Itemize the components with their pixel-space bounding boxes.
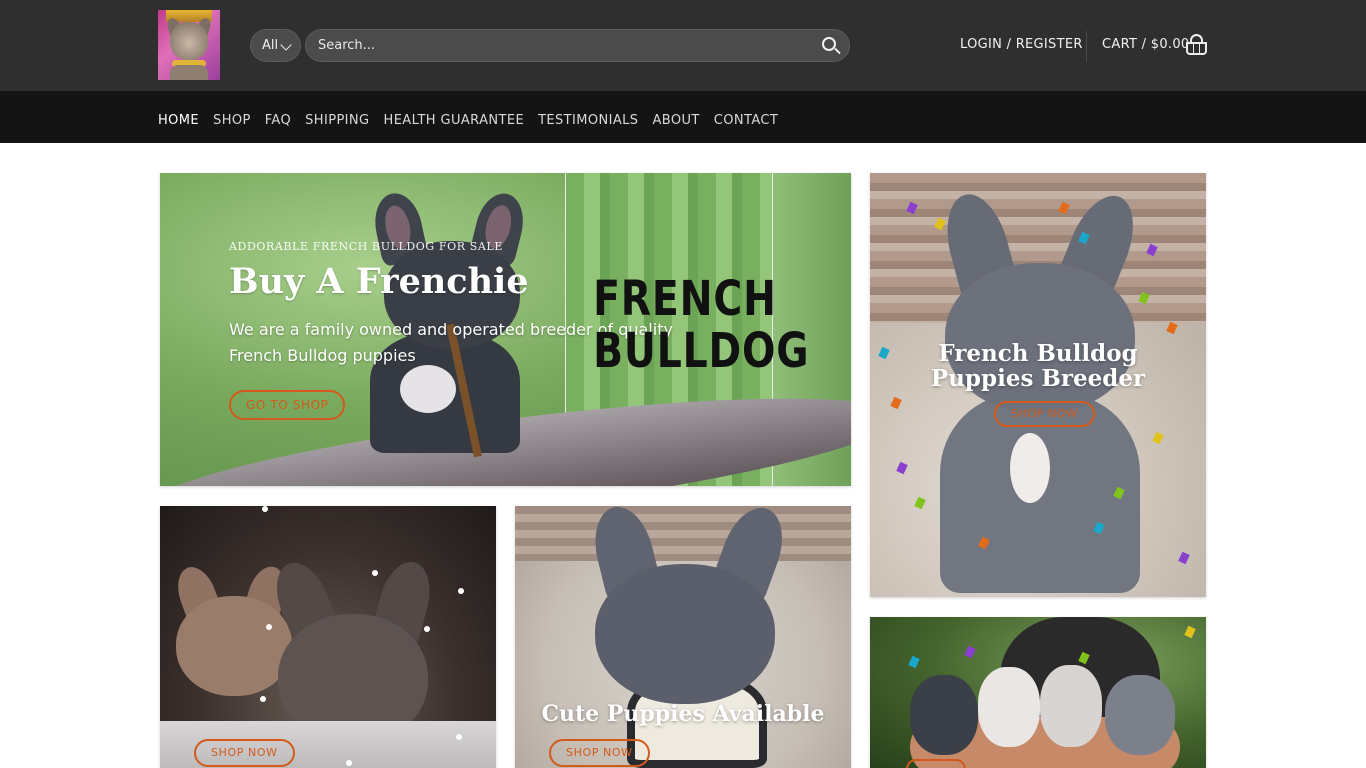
search-icon[interactable] bbox=[821, 36, 841, 56]
cute-shop-now-button[interactable]: SHOP NOW bbox=[549, 739, 650, 767]
snow-dot bbox=[260, 696, 266, 702]
nav-item-shipping[interactable]: SHIPPING bbox=[305, 113, 369, 128]
cart-link[interactable]: CART / $0.00 bbox=[1102, 37, 1189, 52]
hero-eyebrow: ADDORABLE FRENCH BULLDOG FOR SALE bbox=[229, 240, 503, 253]
pair-puppy1-head bbox=[176, 596, 292, 696]
hero-title: Buy A Frenchie bbox=[229, 261, 529, 302]
nav-item-health-guarantee[interactable]: HEALTH GUARANTEE bbox=[384, 113, 525, 128]
cute-puppies-tile[interactable]: Cute Puppies Available SHOP NOW bbox=[515, 506, 851, 768]
hero-brand-line1: FRENCH bbox=[593, 271, 777, 327]
nav-item-home[interactable]: HOME bbox=[158, 113, 199, 128]
litter-puppy bbox=[910, 675, 978, 755]
breeder-puppy-chest bbox=[1010, 433, 1050, 503]
logo-dog-head bbox=[170, 22, 208, 60]
pair-shop-now-button[interactable]: SHOP NOW bbox=[194, 739, 295, 767]
breeder-tile-caption: French Bulldog Puppies Breeder bbox=[870, 341, 1206, 391]
cart-basket-body bbox=[1186, 42, 1207, 55]
cart-basket-icon[interactable] bbox=[1185, 34, 1209, 56]
snow-dot bbox=[458, 588, 464, 594]
search-category-label: All bbox=[262, 38, 279, 53]
snow-dot bbox=[372, 570, 378, 576]
puppy-chest bbox=[400, 365, 456, 413]
snow-dot bbox=[346, 760, 352, 766]
hero-banner[interactable]: ADDORABLE FRENCH BULLDOG FOR SALE Buy A … bbox=[160, 173, 851, 486]
logo-dog-body bbox=[170, 65, 208, 80]
litter-puppy bbox=[978, 667, 1040, 747]
go-to-shop-button[interactable]: GO TO SHOP bbox=[229, 390, 346, 420]
site-header: All LOGIN / REGISTER CART / $0.00 bbox=[0, 0, 1366, 91]
chevron-down-icon bbox=[280, 39, 292, 51]
breeder-tile[interactable]: French Bulldog Puppies Breeder SHOP NOW bbox=[870, 173, 1206, 597]
snow-dot bbox=[424, 626, 430, 632]
hero-brand-line2: BULLDOG bbox=[593, 323, 810, 379]
puppy-litter-tile[interactable] bbox=[870, 617, 1206, 768]
nav-item-testimonials[interactable]: TESTIMONIALS bbox=[538, 113, 638, 128]
main-nav: HOME SHOP FAQ SHIPPING HEALTH GUARANTEE … bbox=[0, 91, 1366, 143]
header-divider bbox=[1086, 31, 1087, 62]
nav-list: HOME SHOP FAQ SHIPPING HEALTH GUARANTEE … bbox=[158, 109, 778, 128]
snow-dot bbox=[266, 624, 272, 630]
nav-item-contact[interactable]: CONTACT bbox=[714, 113, 778, 128]
litter-puppy bbox=[1105, 675, 1175, 755]
puppy-pair-tile[interactable]: SHOP NOW bbox=[160, 506, 496, 768]
search-input[interactable] bbox=[305, 29, 850, 62]
litter-puppy bbox=[1040, 665, 1102, 747]
cute-tile-wood-background bbox=[515, 506, 851, 566]
cute-puppy-head bbox=[595, 564, 775, 704]
snow-dot bbox=[262, 506, 268, 512]
nav-item-faq[interactable]: FAQ bbox=[265, 113, 291, 128]
breeder-caption-line2: Puppies Breeder bbox=[930, 365, 1146, 392]
snow-dot bbox=[456, 734, 462, 740]
nav-item-about[interactable]: ABOUT bbox=[652, 113, 699, 128]
breeder-caption-line1: French Bulldog bbox=[938, 340, 1138, 367]
search-category-select[interactable]: All bbox=[250, 29, 301, 62]
site-logo[interactable] bbox=[158, 10, 220, 80]
search-icon-handle bbox=[834, 47, 841, 55]
hero-brand-text: FRENCH BULLDOG bbox=[593, 271, 810, 379]
cute-tile-caption: Cute Puppies Available bbox=[541, 701, 825, 727]
nav-item-shop[interactable]: SHOP bbox=[213, 113, 251, 128]
litter-shop-now-button[interactable] bbox=[906, 759, 966, 768]
breeder-shop-now-button[interactable]: SHOP NOW bbox=[994, 401, 1095, 427]
login-register-link[interactable]: LOGIN / REGISTER bbox=[960, 37, 1083, 52]
